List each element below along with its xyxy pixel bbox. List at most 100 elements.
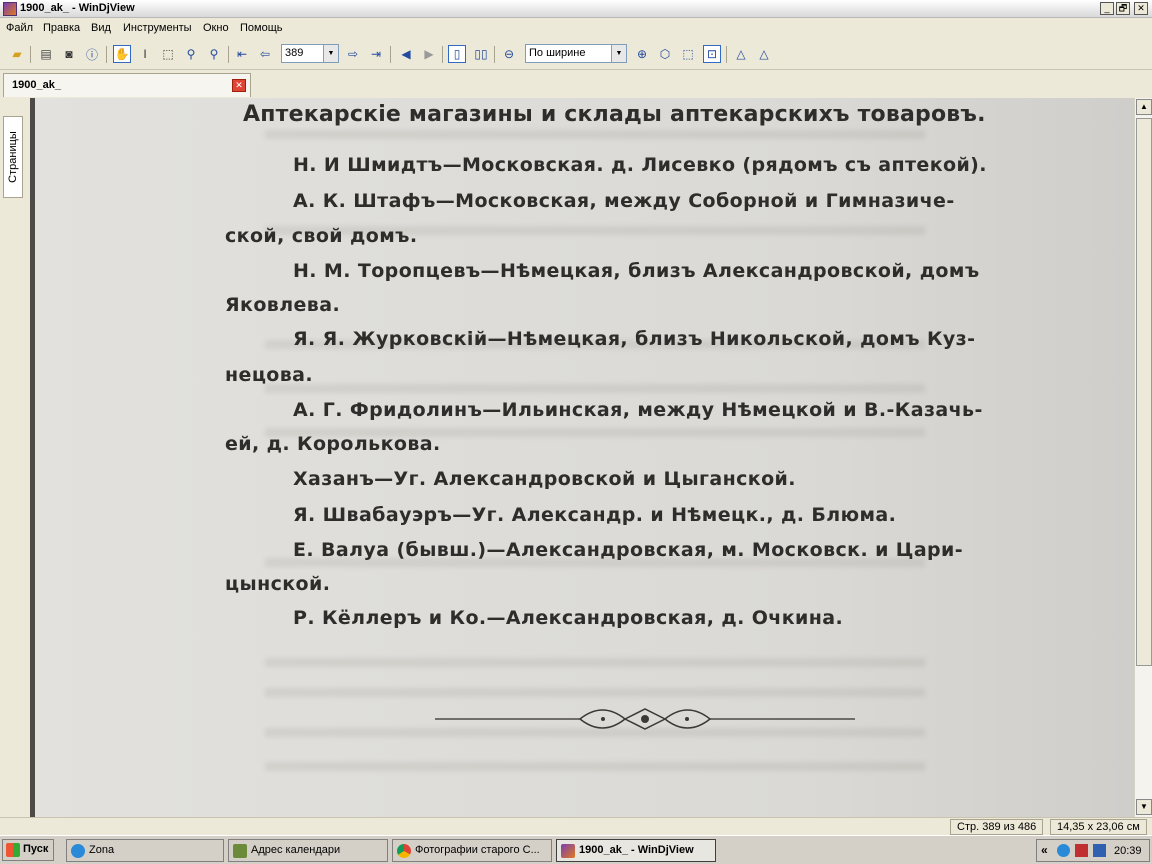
bleed-through-text: [265, 384, 925, 393]
zoom-in-icon[interactable]: ⊕: [633, 45, 651, 63]
menu-help[interactable]: Помощь: [240, 22, 283, 34]
zoom-out-tool-icon[interactable]: ⚲: [205, 45, 223, 63]
prev-page-icon[interactable]: ⇦: [256, 45, 274, 63]
bleed-through-text: [265, 688, 925, 697]
toolbar-separator: [30, 46, 31, 63]
hand-tool-icon[interactable]: ✋: [113, 45, 131, 63]
scroll-up-icon[interactable]: ▲: [1136, 99, 1152, 115]
toolbar-separator: [442, 46, 443, 63]
open-folder-icon[interactable]: ▰: [8, 45, 26, 63]
fit-page-icon[interactable]: ⬡: [656, 45, 674, 63]
task-chrome-photos[interactable]: Фотографии старого С...: [392, 839, 552, 862]
taskbar: Пуск Zona Адрес календари Фотографии ста…: [0, 835, 1152, 864]
single-page-icon[interactable]: ▯: [448, 45, 466, 63]
zona-tray-icon[interactable]: [1057, 844, 1070, 857]
pages-panel-label: Страницы: [7, 131, 19, 183]
page-number-value: 389: [285, 47, 304, 59]
start-label: Пуск: [23, 843, 49, 855]
scroll-thumb[interactable]: [1136, 118, 1152, 666]
task-zona[interactable]: Zona: [66, 839, 224, 862]
menu-tools[interactable]: Инструменты: [123, 22, 192, 34]
minimize-button[interactable]: _: [1100, 2, 1114, 15]
toolbar-separator: [106, 46, 107, 63]
bleed-through-text: [265, 130, 925, 139]
chevron-down-icon[interactable]: ▼: [323, 45, 338, 62]
find-icon[interactable]: ◙: [60, 45, 78, 63]
text-line: Н. М. Торопцевъ—Нѣмецкая, близъ Александ…: [293, 260, 980, 282]
close-tab-icon[interactable]: ✕: [232, 79, 246, 92]
text-line: Н. И Шмидтъ—Московская. д. Лисевко (рядо…: [293, 154, 987, 176]
start-button[interactable]: Пуск: [2, 839, 54, 861]
page-size: 14,35 x 23,06 см: [1050, 819, 1147, 835]
menu-view[interactable]: Вид: [91, 22, 111, 34]
windows-logo-icon: [6, 843, 20, 857]
system-tray: « 20:39: [1036, 839, 1150, 862]
status-bar: Стр. 389 из 486 14,35 x 23,06 см: [0, 817, 1152, 835]
last-page-icon[interactable]: ⇥: [367, 45, 385, 63]
facing-pages-icon[interactable]: ▯▯: [472, 45, 490, 63]
network-tray-icon[interactable]: [1093, 844, 1106, 857]
bleed-through-text: [265, 762, 925, 771]
windjview-icon: [561, 844, 575, 858]
task-windjview[interactable]: 1900_ak_ - WinDjView: [556, 839, 716, 862]
sidebar: Страницы: [0, 98, 30, 818]
tab-document-label: 1900_ak_: [12, 79, 61, 91]
fit-width-icon[interactable]: ⊡: [703, 45, 721, 63]
close-window-button[interactable]: ✕: [1134, 2, 1148, 15]
text-line: Я. Я. Журковскiй—Нѣмецкая, близъ Никольс…: [293, 328, 976, 350]
title-bar: 1900_ak_ - WinDjView _ 🗗 ✕: [0, 0, 1152, 18]
task-zona-label: Zona: [89, 844, 115, 856]
text-line: ей, д. Королькова.: [225, 433, 441, 455]
text-line: цынской.: [225, 573, 331, 595]
text-line: Р. Кёллеръ и Ко.—Александровская, д. Очк…: [293, 607, 844, 629]
task-address-calendars[interactable]: Адрес календари: [228, 839, 388, 862]
zona-icon: [71, 844, 85, 858]
next-page-icon[interactable]: ⇨: [344, 45, 362, 63]
antivirus-tray-icon[interactable]: [1075, 844, 1088, 857]
rect-select-icon[interactable]: ⬚: [159, 45, 177, 63]
text-line: Я. Швабауэръ—Уг. Александр. и Нѣмецк., д…: [293, 504, 897, 526]
tray-expand-icon[interactable]: «: [1041, 843, 1048, 857]
toolbar-separator: [228, 46, 229, 63]
page-number-combo[interactable]: 389 ▼: [281, 44, 339, 63]
task-windjview-label: 1900_ak_ - WinDjView: [579, 844, 694, 856]
rotate-left-icon[interactable]: △: [732, 45, 750, 63]
menu-window[interactable]: Окно: [203, 22, 229, 34]
windjview-app-icon: [3, 2, 17, 16]
menu-file[interactable]: Файл: [6, 22, 33, 34]
text-line: Хазанъ—Уг. Александровской и Цыганской.: [293, 468, 796, 490]
menu-bar: Файл Правка Вид Инструменты Окно Помощь: [0, 18, 1152, 38]
vertical-scrollbar[interactable]: ▲ ▼: [1134, 98, 1152, 817]
rotate-right-icon[interactable]: △: [755, 45, 773, 63]
back-icon[interactable]: ◀: [397, 45, 415, 63]
text-line: ской, свой домъ.: [225, 225, 418, 247]
zoom-in-tool-icon[interactable]: ⚲: [182, 45, 200, 63]
forward-icon[interactable]: ▶: [420, 45, 438, 63]
first-page-icon[interactable]: ⇤: [233, 45, 251, 63]
info-icon[interactable]: ⓘ: [83, 45, 101, 63]
scroll-down-icon[interactable]: ▼: [1136, 799, 1152, 815]
zoom-mode-value: По ширине: [529, 47, 586, 59]
pages-panel-tab[interactable]: Страницы: [3, 116, 23, 198]
maximize-button[interactable]: 🗗: [1116, 2, 1130, 15]
print-icon[interactable]: ▤: [37, 45, 55, 63]
page-heading: Аптекарскiе магазины и склады аптекарски…: [243, 102, 986, 127]
window-title: 1900_ak_ - WinDjView: [20, 2, 135, 14]
actual-size-icon[interactable]: ⬚: [679, 45, 697, 63]
zoom-out-icon[interactable]: ⊖: [500, 45, 518, 63]
toolbar-separator: [390, 46, 391, 63]
document-page: Аптекарскiе магазины и склады аптекарски…: [35, 98, 1134, 817]
document-viewer[interactable]: Аптекарскiе магазины и склады аптекарски…: [30, 98, 1134, 817]
text-line: А. К. Штафъ—Московская, между Соборной и…: [293, 190, 955, 212]
tab-document[interactable]: 1900_ak_ ✕: [3, 73, 251, 97]
toolbar: ▰ ▤ ◙ ⓘ ✋ I ⬚ ⚲ ⚲ ⇤ ⇦ 389 ▼ ⇨ ⇥ ◀ ▶ ▯ ▯▯…: [0, 38, 1152, 70]
page-info: Стр. 389 из 486: [950, 819, 1044, 835]
chevron-down-icon[interactable]: ▼: [611, 45, 626, 62]
text-line: Е. Валуа (бывш.)—Александровская, м. Мос…: [293, 539, 964, 561]
zoom-mode-combo[interactable]: По ширине ▼: [525, 44, 627, 63]
folder-icon: [233, 844, 247, 858]
task-address-label: Адрес календари: [251, 844, 341, 856]
menu-edit[interactable]: Правка: [43, 22, 80, 34]
text-select-icon[interactable]: I: [136, 45, 154, 63]
ornament-divider: [435, 708, 855, 730]
